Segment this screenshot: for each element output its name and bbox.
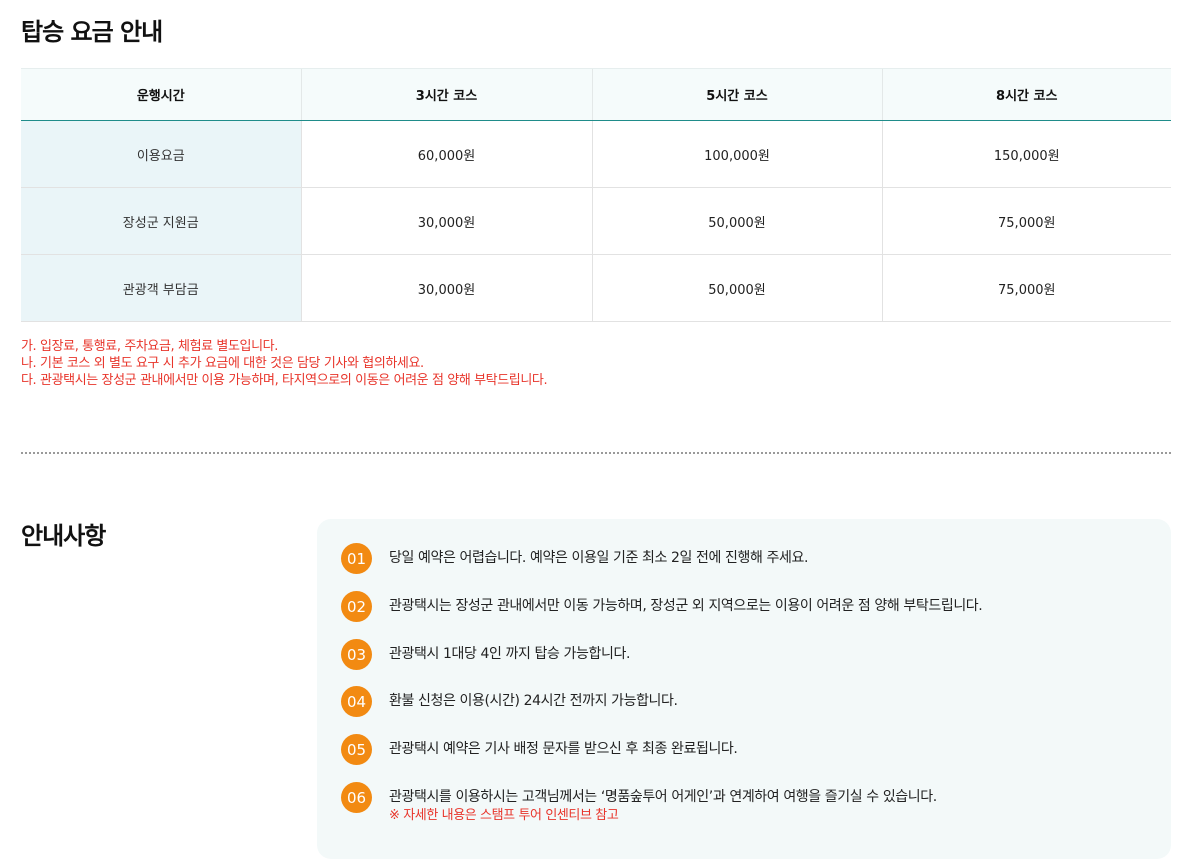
info-text: 관광택시 1대당 4인 까지 탑승 가능합니다. xyxy=(389,646,630,662)
number-badge: 01 xyxy=(341,543,372,574)
info-item: 02 관광택시는 장성군 관내에서만 이동 가능하며, 장성군 외 지역으로는 … xyxy=(341,591,983,622)
row-label-tourist-charge: 관광객 부담금 xyxy=(21,254,301,322)
info-item: 05 관광택시 예약은 기사 배정 문자를 받으신 후 최종 완료됩니다. xyxy=(341,734,738,765)
info-item-body: 관광택시를 이용하시는 고객님께서는 ‘명품숲투어 어게인’과 연계하여 여행을… xyxy=(389,782,937,825)
section-divider xyxy=(21,452,1171,454)
info-text: 환불 신청은 이용(시간) 24시간 전까지 가능합니다. xyxy=(389,693,678,709)
header-8h-course: 8시간 코스 xyxy=(881,68,1171,121)
fare-note: 가. 입장료, 통행료, 주차요금, 체험료 별도입니다. xyxy=(21,339,278,354)
number-badge: 03 xyxy=(341,639,372,670)
number-badge: 02 xyxy=(341,591,372,622)
info-item: 01 당일 예약은 어렵습니다. 예약은 이용일 기준 최소 2일 전에 진행해… xyxy=(341,543,808,574)
table-cell: 60,000원 xyxy=(300,120,592,188)
info-item: 06 관광택시를 이용하시는 고객님께서는 ‘명품숲투어 어게인’과 연계하여 … xyxy=(341,782,937,825)
fare-table: 운행시간 3시간 코스 5시간 코스 8시간 코스 이용요금 60,000원 1… xyxy=(21,68,1171,322)
table-cell: 150,000원 xyxy=(881,120,1171,188)
table-cell: 75,000원 xyxy=(881,254,1171,322)
table-row: 관광객 부담금 30,000원 50,000원 75,000원 xyxy=(21,254,1171,322)
info-text: 관광택시는 장성군 관내에서만 이동 가능하며, 장성군 외 지역으로는 이용이… xyxy=(389,598,983,614)
header-5h-course: 5시간 코스 xyxy=(591,68,882,121)
fare-note: 나. 기본 코스 외 별도 요구 시 추가 요금에 대한 것은 담당 기사와 협… xyxy=(21,356,424,371)
info-subnote: ※ 자세한 내용은 스탬프 투어 인센티브 참고 xyxy=(389,808,619,823)
table-cell: 50,000원 xyxy=(591,254,882,322)
header-3h-course: 3시간 코스 xyxy=(300,68,592,121)
header-operating-time: 운행시간 xyxy=(21,68,301,121)
fare-table-header-row: 운행시간 3시간 코스 5시간 코스 8시간 코스 xyxy=(21,68,1171,121)
fare-section-title: 탑승 요금 안내 xyxy=(21,18,163,46)
number-badge: 06 xyxy=(341,782,372,813)
info-text: 당일 예약은 어렵습니다. 예약은 이용일 기준 최소 2일 전에 진행해 주세… xyxy=(389,550,809,566)
table-row: 장성군 지원금 30,000원 50,000원 75,000원 xyxy=(21,187,1171,255)
table-cell: 50,000원 xyxy=(591,187,882,255)
table-cell: 100,000원 xyxy=(591,120,882,188)
table-cell: 30,000원 xyxy=(300,254,592,322)
row-label-usage-fee: 이용요금 xyxy=(21,120,301,188)
info-item: 04 환불 신청은 이용(시간) 24시간 전까지 가능합니다. xyxy=(341,686,678,717)
info-item: 03 관광택시 1대당 4인 까지 탑승 가능합니다. xyxy=(341,639,630,670)
info-box: 01 당일 예약은 어렵습니다. 예약은 이용일 기준 최소 2일 전에 진행해… xyxy=(317,519,1171,859)
fare-notes: 가. 입장료, 통행료, 주차요금, 체험료 별도입니다. 나. 기본 코스 외… xyxy=(21,338,548,389)
table-cell: 75,000원 xyxy=(881,187,1171,255)
table-row: 이용요금 60,000원 100,000원 150,000원 xyxy=(21,120,1171,188)
info-section-title: 안내사항 xyxy=(21,522,106,550)
number-badge: 04 xyxy=(341,686,372,717)
info-text: 관광택시 예약은 기사 배정 문자를 받으신 후 최종 완료됩니다. xyxy=(389,741,738,757)
row-label-county-subsidy: 장성군 지원금 xyxy=(21,187,301,255)
info-text: 관광택시를 이용하시는 고객님께서는 ‘명품숲투어 어게인’과 연계하여 여행을… xyxy=(389,789,937,805)
fare-note: 다. 관광택시는 장성군 관내에서만 이용 가능하며, 타지역으로의 이동은 어… xyxy=(21,373,548,388)
number-badge: 05 xyxy=(341,734,372,765)
table-cell: 30,000원 xyxy=(300,187,592,255)
